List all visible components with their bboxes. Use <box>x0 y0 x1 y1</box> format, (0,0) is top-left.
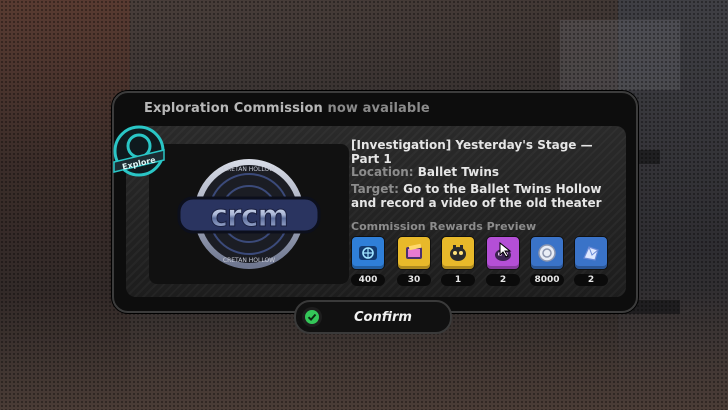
mouse-cursor-icon <box>499 242 512 258</box>
reward-item[interactable]: 8000 <box>530 236 564 286</box>
reward-item[interactable]: 2 <box>574 236 608 286</box>
target-key: Target: <box>351 182 399 196</box>
location-line: Location: Ballet Twins <box>351 165 499 179</box>
crcm-logo-icon: CRETAN HOLLOW CRETAN HOLLOW crcm <box>177 159 321 269</box>
reward-count: 30 <box>397 274 431 286</box>
rewards-label: Commission Rewards Preview <box>351 220 537 233</box>
location-key: Location: <box>351 165 414 179</box>
reward-item[interactable]: 30 <box>397 236 431 286</box>
dialog-title-suffix: now available <box>322 101 430 116</box>
confirm-button[interactable]: Confirm <box>294 300 452 334</box>
reward-count: 2 <box>486 274 520 286</box>
reward-item[interactable]: 1 <box>441 236 475 286</box>
target-line: Target: Go to the Ballet Twins Hollow an… <box>351 182 621 210</box>
reward-count: 400 <box>351 274 385 286</box>
logo-ring-text-top: CRETAN HOLLOW <box>223 166 275 173</box>
confirm-label: Confirm <box>354 309 412 325</box>
commission-logo-box: CRETAN HOLLOW CRETAN HOLLOW crcm <box>149 144 349 284</box>
explore-badge-icon: Explore <box>113 125 165 177</box>
dialog-title: Exploration Commission now available <box>144 101 430 116</box>
reward-count: 2 <box>574 274 608 286</box>
logo-text: crcm <box>210 199 288 234</box>
reward-item[interactable]: 400 <box>351 236 385 286</box>
bangboo-icon <box>441 236 475 270</box>
check-icon <box>302 307 322 327</box>
dialog-title-prefix: Exploration Commission <box>144 101 323 116</box>
crystal-shard-icon <box>574 236 608 270</box>
reward-count: 1 <box>441 274 475 286</box>
location-value: Ballet Twins <box>417 165 500 179</box>
film-reel-icon <box>397 236 431 270</box>
globe-ticket-icon <box>351 236 385 270</box>
logo-ring-text-bottom: CRETAN HOLLOW <box>223 257 275 264</box>
dennies-coin-icon <box>530 236 564 270</box>
reward-count: 8000 <box>530 274 564 286</box>
mission-title: [Investigation] Yesterday's Stage — Part… <box>351 138 593 166</box>
